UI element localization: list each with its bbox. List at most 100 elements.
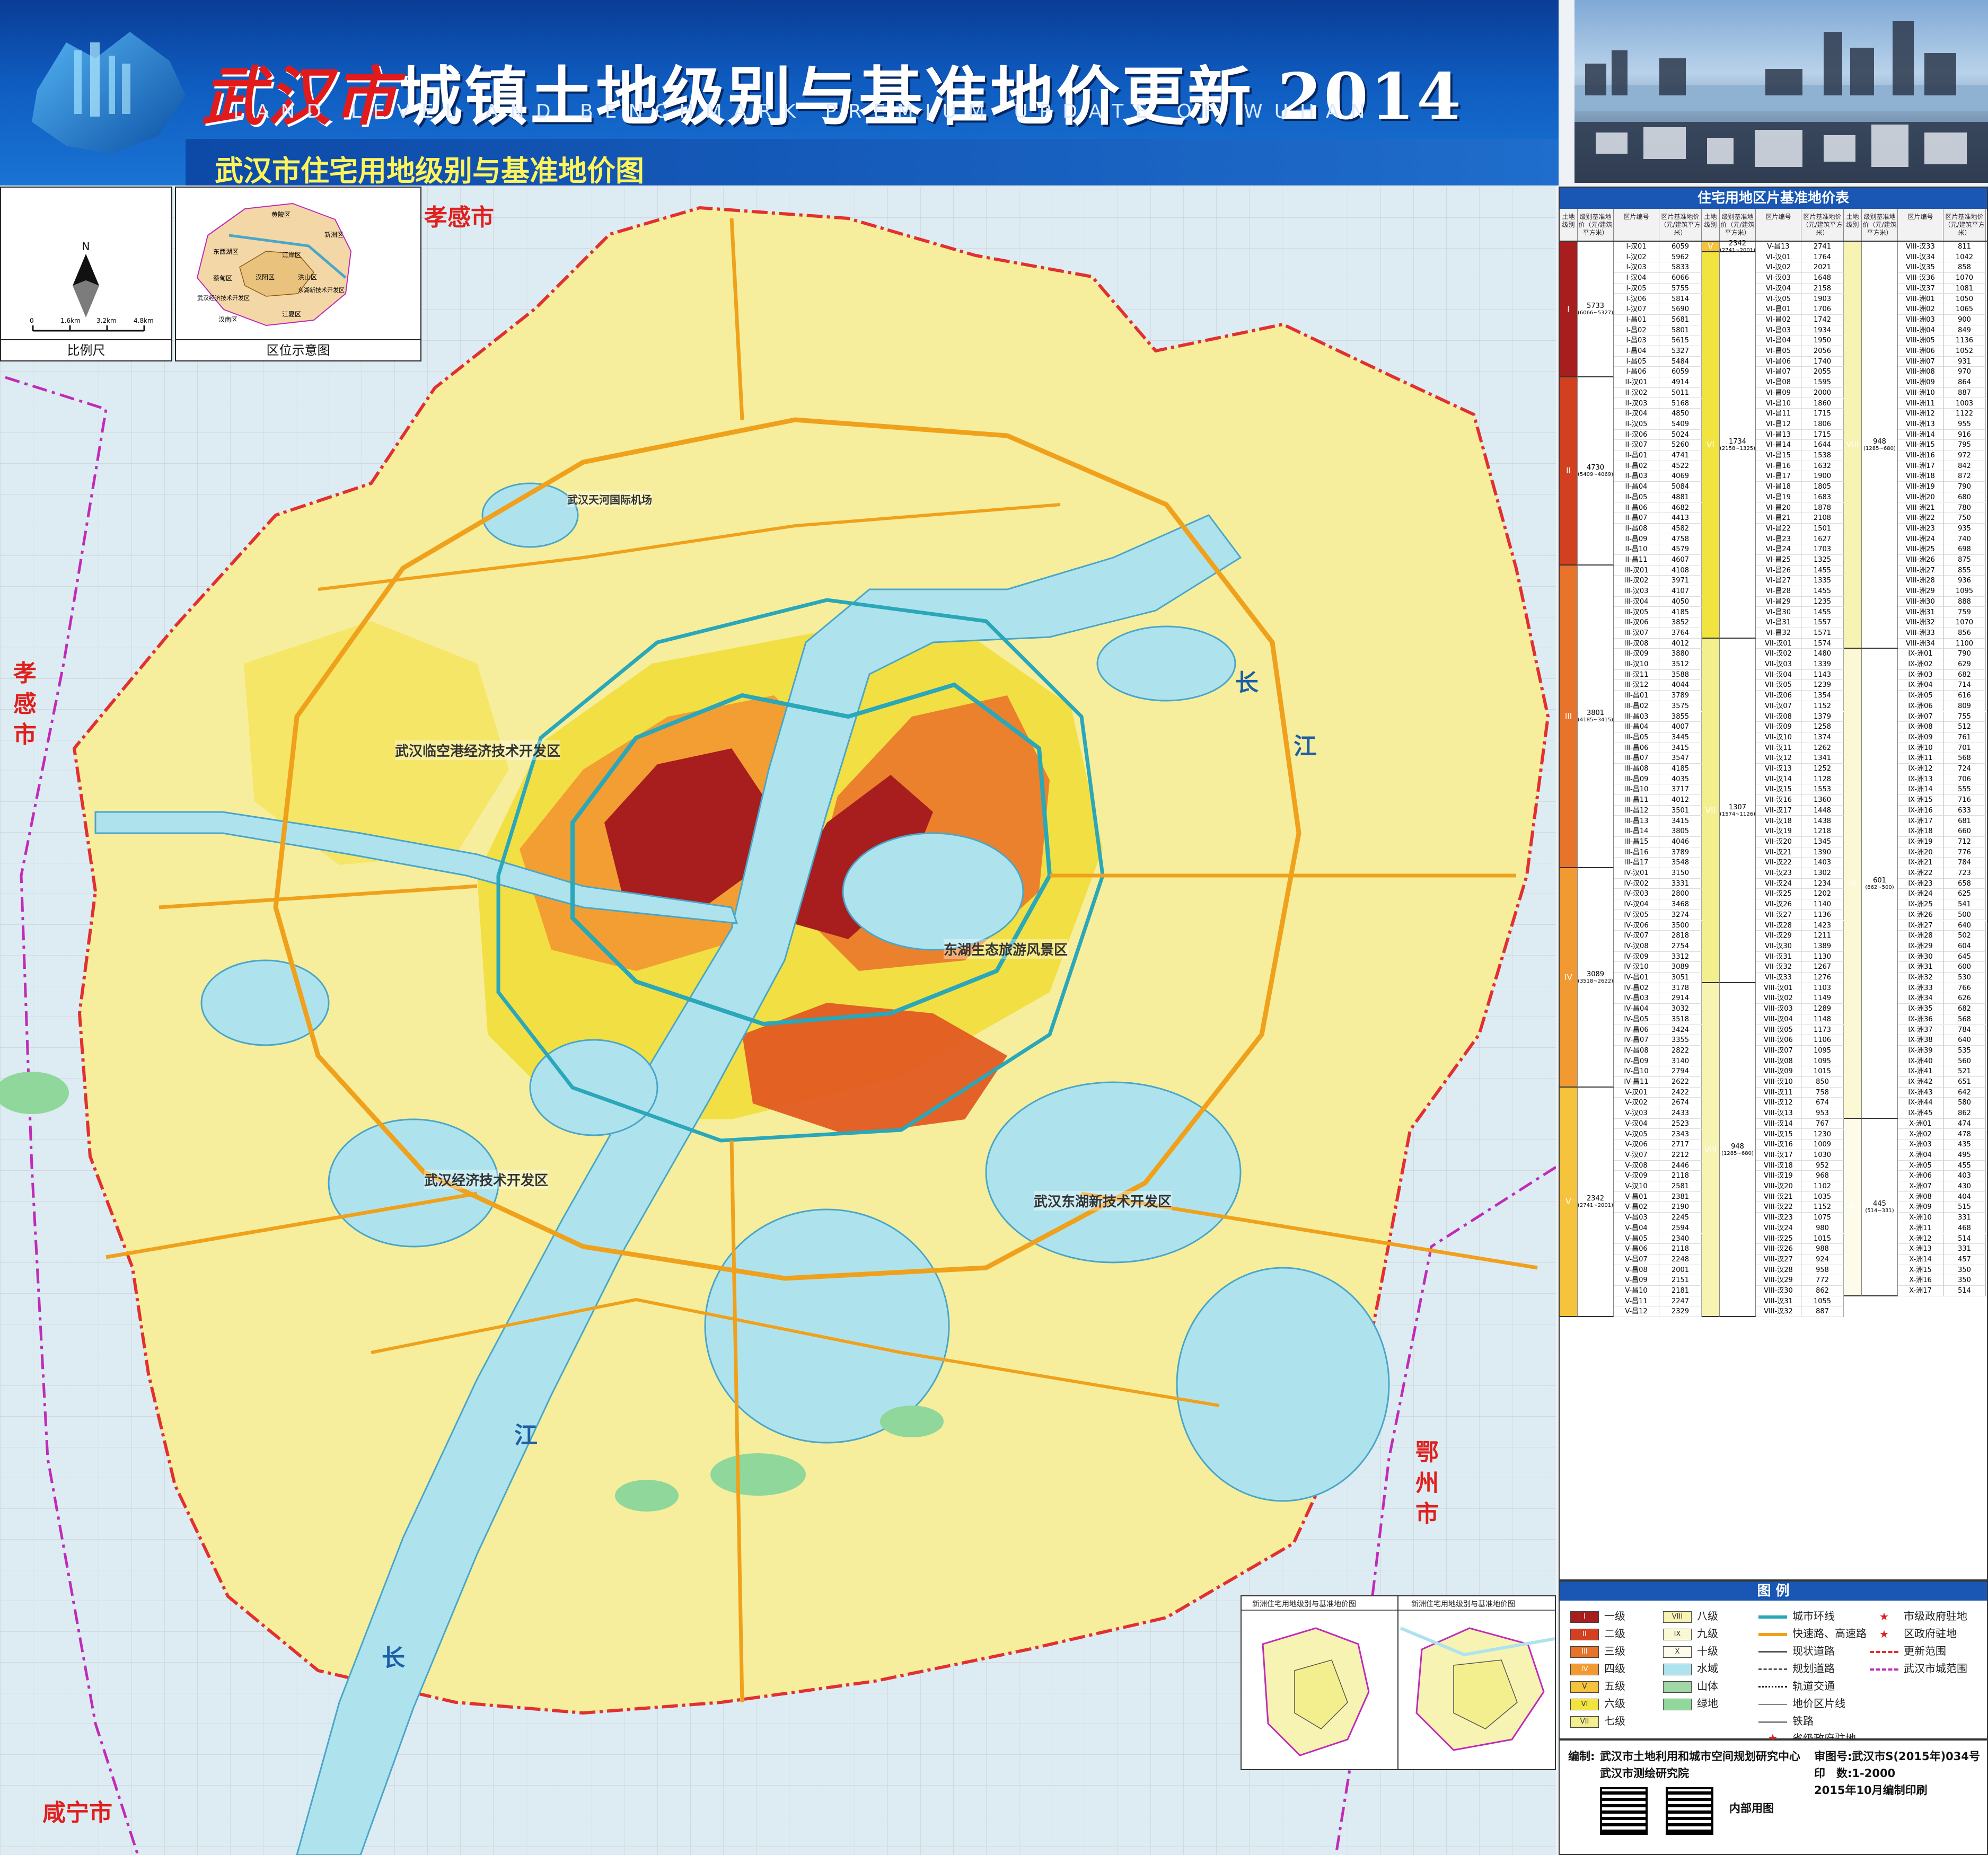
zone-price-cell: 740 [1943,534,1986,545]
loc-huangpi: 黄陂区 [271,211,291,218]
zone-code-cell: VI-昌27 [1756,576,1801,587]
zone-price-cell: 1501 [1801,523,1844,534]
zone-code-cell: IV-汉06 [1614,920,1659,931]
table-header-cell: 区片编号 [1614,209,1659,241]
legend-line-item: 快速路、高速路 [1758,1627,1867,1640]
zone-price-cell: 3468 [1659,899,1702,910]
zone-price-cell: 2158 [1801,283,1844,294]
zone-code-cell: IV-昌07 [1614,1035,1659,1046]
zone-price-cell: 404 [1943,1191,1986,1203]
legend-label: 规划道路 [1792,1662,1835,1675]
city-label-ezhou: 鄂州市 [1415,1439,1439,1527]
small-map-left-title: 新洲住宅用地级别与基准地价图 [1252,1600,1356,1609]
level-price-range: (6066~5327) [1577,310,1614,316]
zone-price-cell: 1235 [1801,596,1844,607]
zone-code-cell: III-昌08 [1614,764,1659,774]
zone-code-cell: VI-昌04 [1756,335,1801,346]
zone-price-cell: 1878 [1801,502,1844,514]
legend-swatch: V [1570,1681,1599,1693]
zone-code-cell: V-汉01 [1614,1087,1659,1098]
legend-swatch: VIII [1663,1611,1692,1623]
zone-code-cell: VIII-汉26 [1756,1244,1801,1255]
zone-price-cell: 5690 [1659,304,1702,315]
zone-code-cell: IV-昌04 [1614,1004,1659,1014]
legend-label: 山体 [1697,1680,1718,1692]
legend-swatch: I [1570,1611,1599,1623]
zone-price-cell: 1715 [1801,429,1844,440]
legend-panel: 图 例 I 一级 II 二级 III 三级 IV 四级 V 五级 VI 六级 VII 七级 VIII 八级 IX… [1559,1580,1988,1745]
zone-code-cell: IV-昌05 [1614,1014,1659,1025]
wuhan-silhouette-logo [32,32,186,154]
zone-price-cell: 1903 [1801,294,1844,305]
zone-code-cell: VIII-洲07 [1898,356,1943,367]
zone-code-cell: X-洲08 [1898,1191,1943,1203]
zone-code-cell: VI-昌21 [1756,513,1801,524]
zone-price-cell: 724 [1943,764,1986,774]
zone-price-cell: 936 [1943,576,1986,587]
zone-code-cell: V-汉06 [1614,1140,1659,1150]
city-skyline-photo [1574,0,1988,183]
zone-price-cell: 5011 [1659,387,1702,399]
zone-code-cell: V-昌11 [1614,1296,1659,1307]
zone-code-cell: VIII-汉19 [1756,1171,1801,1181]
legend-label: 快速路、高速路 [1792,1627,1867,1640]
zone-price-cell: 1289 [1801,1004,1844,1014]
zone-price-cell: 1136 [1801,909,1844,921]
zone-code-cell: VII-汉17 [1756,805,1801,816]
zone-price-cell: 514 [1943,1286,1986,1296]
zone-price-cell: 1252 [1801,764,1844,774]
zone-code-cell: III-昌17 [1614,858,1659,868]
level-band-cell: V [1702,242,1720,252]
zone-price-cell: 633 [1943,805,1986,816]
zone-code-cell: III-昌02 [1614,701,1659,712]
level-band-cell: VI [1702,252,1720,639]
level-price-cell: 445 (514~331) [1862,1118,1898,1296]
zone-price-cell: 766 [1943,983,1986,994]
legend-label: 六级 [1604,1697,1625,1710]
zone-price-cell: 701 [1943,743,1986,754]
table-header-cell: 级别基准地价（元/建筑平方米） [1720,209,1756,241]
zone-price-cell: 842 [1943,461,1986,472]
legend-label: 九级 [1697,1627,1718,1640]
table-header-cell: 土地级别 [1702,209,1720,241]
zone-code-cell: V-昌07 [1614,1254,1659,1265]
zone-code-cell: III-汉09 [1614,649,1659,659]
zone-price-cell: 2818 [1659,931,1702,941]
zone-code-cell: VII-汉16 [1756,795,1801,806]
zone-price-cell: 4582 [1659,523,1702,534]
zone-code-cell: IV-汉09 [1614,951,1659,962]
zone-code-cell: IX-洲27 [1898,920,1943,931]
zone-price-cell: 4850 [1659,409,1702,419]
legend-label: 武汉市城范围 [1904,1662,1967,1675]
zone-code-cell: IX-洲19 [1898,836,1943,847]
zone-code-cell: VIII-汉10 [1756,1077,1801,1088]
zone-code-cell: V-昌08 [1614,1265,1659,1276]
level-price-cell: 1307 (1574~1126) [1720,638,1756,983]
zone-code-cell: VI-昌31 [1756,617,1801,628]
zone-code-cell: IX-洲08 [1898,722,1943,732]
zone-code-cell: VII-汉19 [1756,826,1801,837]
zone-price-cell: 616 [1943,691,1986,701]
level-price: 601 [1873,876,1886,885]
river-label-chang-2: 长 [382,1645,405,1672]
zone-code-cell: VIII-汉13 [1756,1108,1801,1119]
zone-code-cell: III-汉11 [1614,669,1659,681]
zone-code-cell: VIII-汉21 [1756,1191,1801,1203]
zone-code-cell: IV-汉05 [1614,909,1659,921]
zone-price-cell: 1403 [1801,858,1844,868]
legend-swatch: III [1570,1646,1599,1658]
zone-code-cell: II-昌10 [1614,544,1659,555]
legend-swatch: VI [1570,1698,1599,1710]
loc-donghu-hitech: 东湖新技术开发区 [298,287,345,294]
zone-price-cell: 2247 [1659,1296,1702,1307]
legend-swatch [1758,1703,1787,1705]
zone-code-cell: I-汉07 [1614,304,1659,315]
zone-price-cell: 625 [1943,889,1986,900]
zone-code-cell: VII-汉11 [1756,743,1801,754]
zone-price-cell: 809 [1943,701,1986,712]
zone-code-cell: X-洲15 [1898,1265,1943,1276]
level-price-range: (3518~2622) [1577,978,1614,984]
zone-price-cell: 1455 [1801,565,1844,576]
zone-code-cell: VII-汉02 [1756,649,1801,659]
zone-price-cell: 1341 [1801,753,1844,764]
